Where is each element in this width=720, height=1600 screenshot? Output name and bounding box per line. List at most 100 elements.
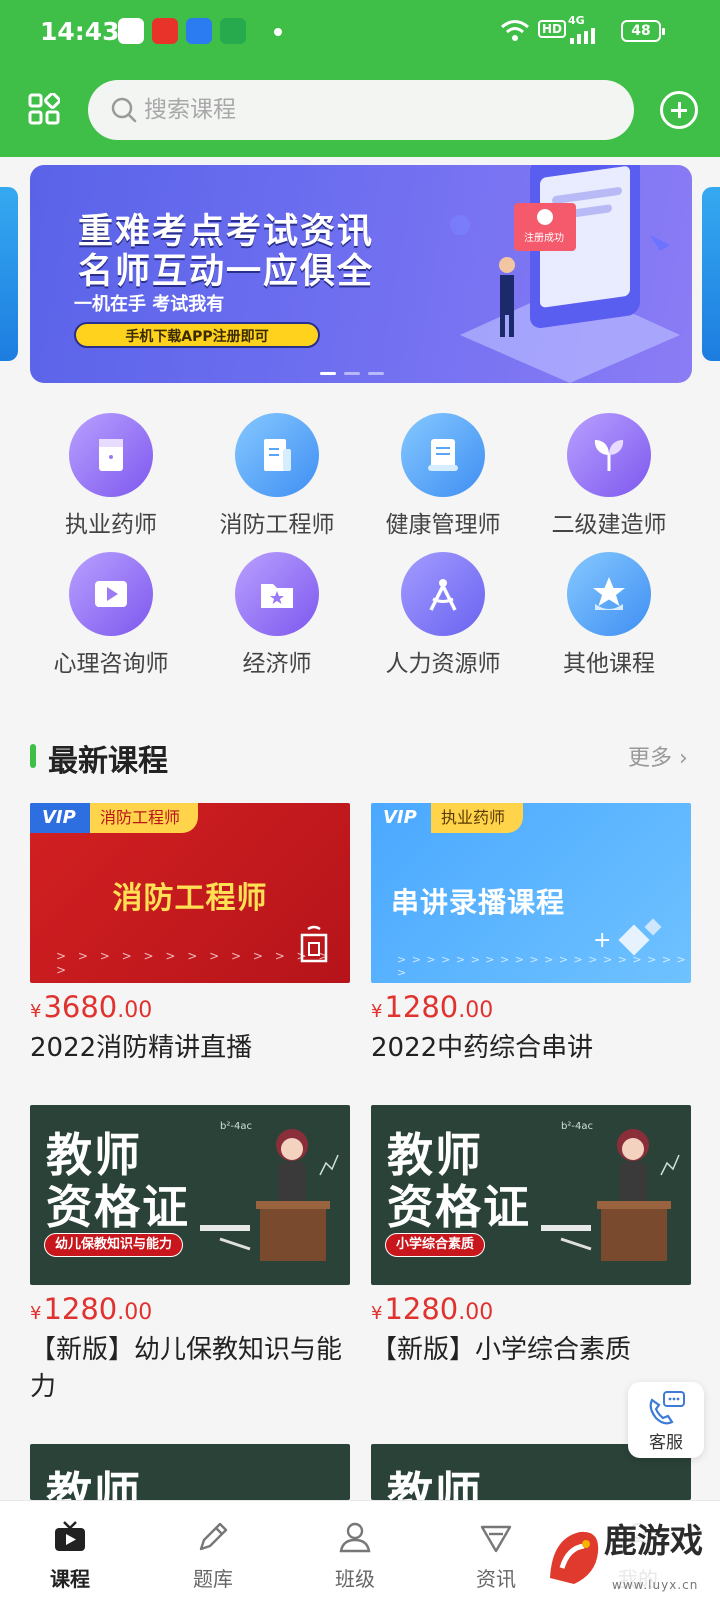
currency-symbol: ¥ bbox=[371, 1303, 383, 1324]
category-icon-bg bbox=[235, 413, 319, 497]
price-decimal: .00 bbox=[117, 1300, 153, 1325]
category-label: 人力资源师 bbox=[385, 651, 501, 677]
svg-text:b²-4ac: b²-4ac bbox=[220, 1121, 252, 1132]
course-title[interactable]: 【新版】小学综合素质 bbox=[371, 1332, 701, 1369]
top-header: 14:43 HD 4G 48 bbox=[0, 0, 720, 157]
star-folder-icon bbox=[261, 584, 293, 608]
video-app-icon bbox=[152, 18, 178, 44]
cover-title: 串讲录播课程 bbox=[391, 886, 566, 919]
course-tag: 消防工程师 bbox=[90, 803, 199, 833]
category-icon-bg bbox=[69, 413, 153, 497]
pencil-icon bbox=[199, 1522, 228, 1551]
notebook-icon bbox=[99, 439, 123, 471]
svg-text:+: + bbox=[593, 928, 611, 953]
category-label: 其他课程 bbox=[563, 651, 655, 677]
price-integer: 1280 bbox=[43, 1292, 118, 1326]
course-cover[interactable]: 教师 bbox=[30, 1444, 350, 1500]
category-psychology[interactable]: 心理咨询师 bbox=[28, 552, 194, 682]
category-other[interactable]: 其他课程 bbox=[526, 552, 692, 682]
category-icon-bg bbox=[401, 552, 485, 636]
grid-menu-icon[interactable] bbox=[28, 93, 60, 125]
category-fire-engineer[interactable]: 消防工程师 bbox=[194, 413, 360, 543]
category-label: 健康管理师 bbox=[385, 512, 501, 538]
service-label: 客服 bbox=[649, 1433, 683, 1453]
tab-question-bank[interactable]: 题库 bbox=[163, 1501, 263, 1600]
banner-pagination bbox=[320, 360, 392, 379]
users-icon bbox=[339, 1522, 371, 1553]
banner-cta: 手机下载APP注册即可 bbox=[74, 322, 320, 348]
status-time: 14:43 bbox=[40, 17, 120, 46]
news-icon bbox=[480, 1525, 512, 1553]
teacher-illustration: b²-4ac bbox=[541, 1121, 680, 1261]
category-economist[interactable]: 经济师 bbox=[194, 552, 360, 682]
phone-chat-icon bbox=[649, 1391, 685, 1425]
tab-label: 题库 bbox=[193, 1567, 233, 1591]
currency-symbol: ¥ bbox=[30, 1303, 42, 1324]
category-health-manager[interactable]: 健康管理师 bbox=[360, 413, 526, 543]
category-label: 执业药师 bbox=[65, 512, 157, 538]
notification-dot bbox=[274, 28, 282, 36]
course-cover[interactable]: VIP 执业药师 串讲录播课程 > > > > > > > > > > > > … bbox=[371, 803, 691, 983]
section-accent-bar bbox=[30, 744, 36, 768]
course-cover[interactable]: VIP 消防工程师 消防工程师 > > > > > > > > > > > > … bbox=[30, 803, 350, 983]
course-title[interactable]: 2022消防精讲直播 bbox=[30, 1030, 360, 1067]
banner-subtitle: 一机在手 考试我有 bbox=[74, 294, 225, 315]
baidu-app-icon bbox=[118, 18, 144, 44]
category-hr[interactable]: 人力资源师 bbox=[360, 552, 526, 682]
banner-next-peek[interactable] bbox=[702, 187, 720, 361]
tab-label: 资讯 bbox=[476, 1567, 516, 1591]
tv-play-icon bbox=[55, 1521, 85, 1551]
network-hd-label: HD bbox=[538, 20, 567, 38]
category-label: 二级建造师 bbox=[551, 512, 667, 538]
tab-label: 课程 bbox=[50, 1567, 90, 1591]
cover-title-line-2: 资格证 bbox=[387, 1180, 531, 1234]
section-title: 最新课程 bbox=[48, 744, 168, 779]
diamond-icon: + bbox=[593, 918, 662, 956]
course-cover[interactable]: 教师 资格证 小学综合素质 b²-4ac bbox=[371, 1105, 691, 1285]
category-pharmacist[interactable]: 执业药师 bbox=[28, 413, 194, 543]
tab-class[interactable]: 班级 bbox=[305, 1501, 405, 1600]
vip-tag: VIP 执业药师 bbox=[371, 803, 524, 833]
course-tag: 执业药师 bbox=[431, 803, 524, 833]
category-label: 经济师 bbox=[242, 651, 312, 677]
search-input[interactable] bbox=[144, 92, 614, 128]
battery-indicator: 48 bbox=[621, 20, 665, 42]
price-decimal: .00 bbox=[458, 1300, 494, 1325]
more-link[interactable]: 更多 › bbox=[628, 740, 688, 772]
course-price: ¥3680.00 bbox=[30, 990, 152, 1024]
promo-banner[interactable]: 重难考点考试资讯 名师互动一应俱全 一机在手 考试我有 手机下载APP注册即可 … bbox=[30, 165, 692, 383]
svg-text:b²-4ac: b²-4ac bbox=[561, 1121, 593, 1132]
banner-prev-peek[interactable] bbox=[0, 187, 18, 361]
add-button[interactable] bbox=[660, 91, 698, 129]
cover-title: 消防工程师 bbox=[112, 881, 268, 916]
cover-title-line-2: 资格证 bbox=[46, 1180, 190, 1234]
tab-label: 班级 bbox=[335, 1567, 375, 1591]
chat-app-icon bbox=[220, 18, 246, 44]
category-icon-bg bbox=[69, 552, 153, 636]
cover-subject-pill: 幼儿保教知识与能力 bbox=[44, 1233, 184, 1257]
category-icon-bg bbox=[235, 552, 319, 636]
course-cover[interactable]: 教师 资格证 幼儿保教知识与能力 b²-4ac bbox=[30, 1105, 350, 1285]
fire-logo-icon bbox=[300, 925, 328, 963]
category-icon-bg bbox=[567, 413, 651, 497]
banner-badge-text: 注册成功 bbox=[524, 231, 564, 244]
tab-courses[interactable]: 课程 bbox=[20, 1501, 120, 1600]
customer-service-button[interactable]: 客服 bbox=[628, 1382, 704, 1458]
vip-tag: VIP 消防工程师 bbox=[30, 803, 199, 833]
tab-news[interactable]: 资讯 bbox=[446, 1501, 546, 1600]
course-title[interactable]: 2022中药综合串讲 bbox=[371, 1030, 701, 1067]
search-icon bbox=[111, 97, 137, 123]
star-badge-icon bbox=[593, 577, 625, 610]
compass-icon bbox=[429, 579, 457, 611]
more-label: 更多 bbox=[628, 746, 673, 771]
course-price: ¥1280.00 bbox=[371, 990, 493, 1024]
document-icon bbox=[264, 439, 291, 471]
search-bar[interactable] bbox=[88, 80, 634, 140]
banner-phone-illustration: 注册成功 bbox=[450, 165, 680, 383]
course-title[interactable]: 【新版】幼儿保教知识与能力 bbox=[30, 1332, 360, 1406]
sprout-icon bbox=[594, 440, 624, 471]
watermark-text: 鹿游戏 bbox=[604, 1521, 703, 1560]
category-constructor[interactable]: 二级建造师 bbox=[526, 413, 692, 543]
price-integer: 1280 bbox=[384, 1292, 459, 1326]
browser-app-icon bbox=[186, 18, 212, 44]
